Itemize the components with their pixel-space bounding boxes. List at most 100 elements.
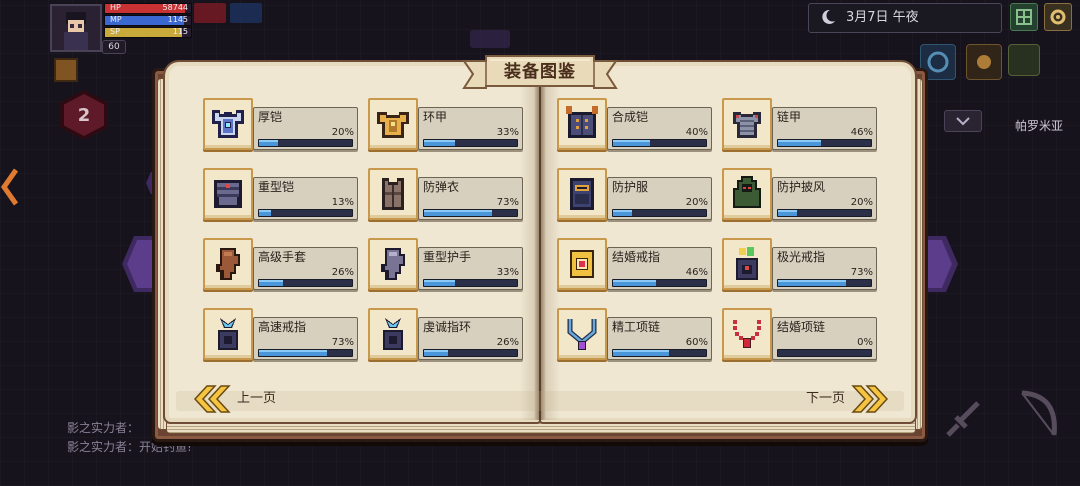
time-panel: 3月7日 午夜 bbox=[808, 3, 1002, 33]
item-name: 高速戒指 bbox=[258, 320, 307, 334]
item-card[interactable]: 高级手套 26% bbox=[203, 238, 360, 292]
item-card[interactable]: 链甲 46% bbox=[722, 98, 879, 152]
hud-tag-blue[interactable] bbox=[230, 3, 262, 23]
item-percent: 20% bbox=[850, 197, 873, 208]
heavy-armor-icon bbox=[208, 104, 248, 144]
collection-progress-bar bbox=[423, 349, 518, 357]
item-card[interactable]: 极光戒指 73% bbox=[722, 238, 879, 292]
aurora-ring-icon bbox=[727, 244, 767, 284]
item-label-panel: 防护披风 20% bbox=[772, 177, 877, 220]
quest-icon[interactable] bbox=[1008, 44, 1040, 76]
collection-progress-bar bbox=[423, 139, 518, 147]
settings-icon[interactable] bbox=[1044, 3, 1072, 31]
next-page-label: 下一页 bbox=[806, 391, 846, 406]
item-card[interactable]: 重型护手 33% bbox=[368, 238, 525, 292]
item-card[interactable]: 防弹衣 73% bbox=[368, 168, 525, 222]
sun-icon[interactable] bbox=[966, 44, 1002, 80]
item-grid-right: 合成铠 40% 链甲 46% 防护服 20% 防护披风 20% 结婚戒指 46% 极光戒指 73% 精工… bbox=[557, 98, 887, 378]
item-name: 环甲 bbox=[423, 110, 448, 124]
item-card[interactable]: 结婚戒指 46% bbox=[557, 238, 714, 292]
item-card[interactable]: 重型铠 13% bbox=[203, 168, 360, 222]
player-level-badge: 60 bbox=[102, 40, 126, 54]
chat-line: 影之实力者：开始钓鱼! bbox=[67, 440, 192, 454]
item-card[interactable]: 高速戒指 73% bbox=[203, 308, 360, 362]
item-card[interactable]: 虔诚指环 26% bbox=[368, 308, 525, 362]
collection-progress-bar bbox=[777, 209, 872, 217]
item-icon-box bbox=[368, 168, 418, 220]
hud-tag-red[interactable] bbox=[194, 3, 226, 23]
item-icon-box bbox=[368, 238, 418, 290]
item-name: 精工项链 bbox=[612, 320, 661, 334]
collection-progress-fill bbox=[613, 140, 651, 146]
item-label-panel: 结婚戒指 46% bbox=[607, 247, 712, 290]
prev-page-button[interactable]: 上一页 bbox=[193, 383, 276, 415]
sword-icon[interactable] bbox=[938, 395, 988, 445]
collection-progress-bar bbox=[777, 279, 872, 287]
item-icon-box bbox=[557, 238, 607, 290]
double-chevron-right-icon bbox=[851, 385, 889, 413]
item-percent: 26% bbox=[496, 337, 519, 348]
codex-title: 装备图鉴 bbox=[504, 62, 576, 82]
moon-icon bbox=[822, 9, 835, 24]
item-card[interactable]: 结婚项链 0% bbox=[722, 308, 879, 362]
world-object bbox=[470, 30, 510, 48]
item-name: 防护披风 bbox=[777, 180, 826, 194]
item-card[interactable]: 环甲 33% bbox=[368, 98, 525, 152]
collection-progress-fill bbox=[424, 210, 492, 216]
next-page-button[interactable]: 下一页 bbox=[806, 383, 889, 415]
location-name: 帕罗米亚 bbox=[1015, 119, 1064, 133]
sp-bar: SP 115 bbox=[104, 27, 192, 38]
item-label-panel: 结婚项链 0% bbox=[772, 317, 877, 360]
collection-progress-bar bbox=[612, 139, 707, 147]
item-card[interactable]: 精工项链 60% bbox=[557, 308, 714, 362]
item-percent: 20% bbox=[685, 197, 708, 208]
item-card[interactable]: 合成铠 40% bbox=[557, 98, 714, 152]
item-percent: 26% bbox=[331, 267, 354, 278]
item-percent: 73% bbox=[331, 337, 354, 348]
item-label-panel: 高级手套 26% bbox=[253, 247, 358, 290]
item-label-panel: 防弹衣 73% bbox=[418, 177, 523, 220]
item-percent: 40% bbox=[685, 127, 708, 138]
hp-label: HP bbox=[110, 3, 121, 12]
item-icon-box bbox=[368, 98, 418, 150]
item-label-panel: 极光戒指 73% bbox=[772, 247, 877, 290]
prev-page-label: 上一页 bbox=[237, 391, 277, 406]
item-card[interactable]: 厚铠 20% bbox=[203, 98, 360, 152]
map-icon[interactable] bbox=[1010, 3, 1038, 31]
item-name: 链甲 bbox=[777, 110, 802, 124]
hp-value: 58744 bbox=[162, 3, 188, 12]
item-percent: 46% bbox=[685, 267, 708, 278]
quick-item-icon[interactable] bbox=[54, 58, 78, 82]
item-name: 厚铠 bbox=[258, 110, 283, 124]
spiked-armor-icon bbox=[562, 104, 602, 144]
item-name: 结婚戒指 bbox=[612, 250, 661, 264]
collection-progress-bar bbox=[258, 209, 353, 217]
suit-icon bbox=[562, 174, 602, 214]
bow-icon[interactable] bbox=[1008, 385, 1066, 445]
item-percent: 73% bbox=[850, 267, 873, 278]
item-percent: 60% bbox=[685, 337, 708, 348]
item-card[interactable]: 防护服 20% bbox=[557, 168, 714, 222]
necklace-icon bbox=[562, 314, 602, 354]
item-name: 结婚项链 bbox=[777, 320, 826, 334]
item-label-panel: 链甲 46% bbox=[772, 107, 877, 150]
collection-progress-bar bbox=[258, 139, 353, 147]
item-card[interactable]: 防护披风 20% bbox=[722, 168, 879, 222]
sp-label: SP bbox=[110, 27, 120, 36]
location-dropdown[interactable] bbox=[944, 110, 982, 132]
collection-progress-fill bbox=[259, 280, 284, 286]
crystal-ring-icon bbox=[373, 314, 413, 354]
chevron-left-icon[interactable] bbox=[0, 168, 20, 206]
collection-progress-fill bbox=[259, 210, 272, 216]
item-icon-box bbox=[203, 308, 253, 360]
item-percent: 13% bbox=[331, 197, 354, 208]
page-nav-band bbox=[176, 391, 904, 411]
player-avatar[interactable] bbox=[50, 4, 102, 52]
collection-progress-fill bbox=[778, 140, 821, 146]
cloak-icon bbox=[727, 174, 767, 214]
codex-title-banner: 装备图鉴 bbox=[462, 52, 618, 92]
collection-progress-bar bbox=[612, 209, 707, 217]
collection-progress-fill bbox=[424, 350, 449, 356]
collection-progress-bar bbox=[423, 209, 518, 217]
item-percent: 20% bbox=[331, 127, 354, 138]
